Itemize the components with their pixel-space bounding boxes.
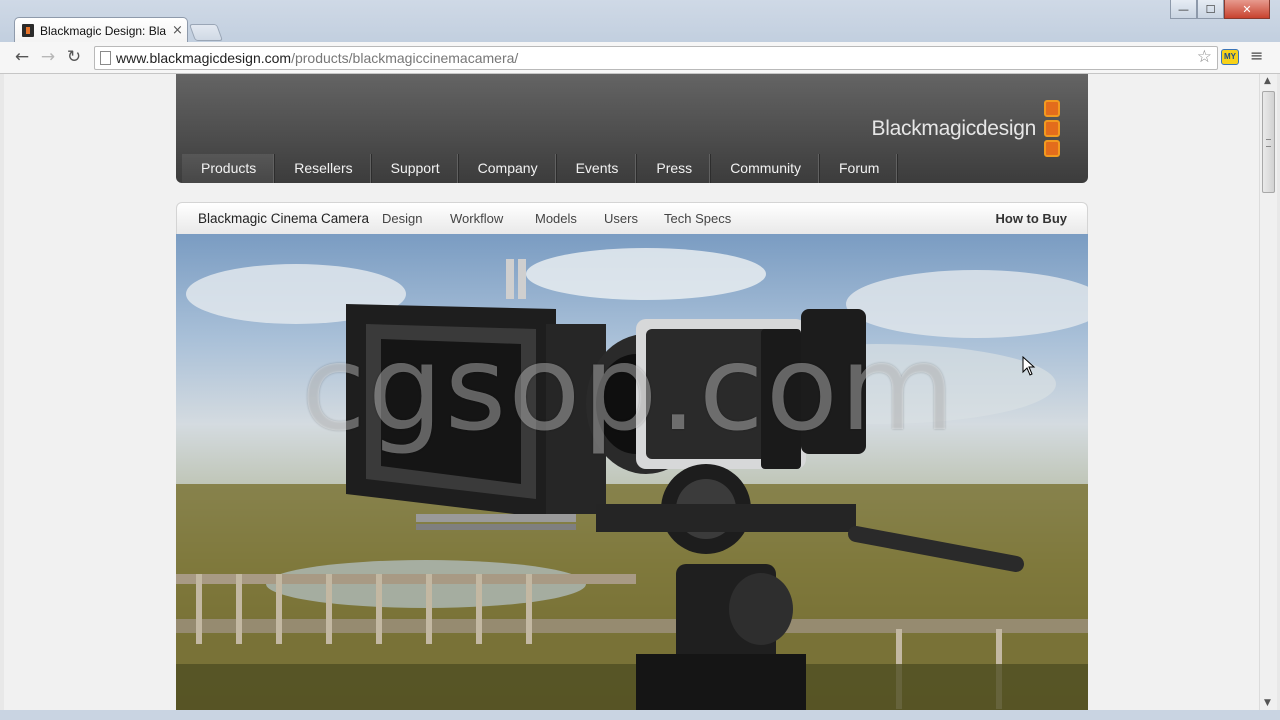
product-sub-nav: Blackmagic Cinema Camera Design Workflow… <box>176 202 1088 234</box>
site-header: Blackmagicdesign Products Resellers Supp… <box>176 74 1088 183</box>
maximize-button[interactable]: ☐ <box>1197 0 1224 19</box>
browser-tab[interactable]: Blackmagic Design: Blackmagic Cinema Cam… <box>14 17 188 43</box>
extension-icon[interactable]: MY <box>1221 49 1239 65</box>
logo-squares-icon <box>1044 100 1060 157</box>
watermark-text: cgsop.com <box>301 319 957 457</box>
vertical-scrollbar[interactable]: ▲ ▼ <box>1259 74 1277 710</box>
close-window-button[interactable]: ✕ <box>1224 0 1270 19</box>
nav-resellers[interactable]: Resellers <box>275 154 372 183</box>
url-path: /products/blackmagiccinemacamera/ <box>291 50 519 66</box>
address-bar[interactable]: www.blackmagicdesign.com/products/blackm… <box>94 46 1218 70</box>
nav-support[interactable]: Support <box>372 154 459 183</box>
sub-nav-users[interactable]: Users <box>604 211 638 226</box>
url-host: www.blackmagicdesign.com <box>116 50 292 66</box>
window-bottom-border <box>0 710 1280 720</box>
scroll-thumb[interactable] <box>1262 91 1275 193</box>
reload-icon[interactable]: ↻ <box>63 46 85 68</box>
minimize-button[interactable]: — <box>1170 0 1197 19</box>
scroll-up-icon[interactable]: ▲ <box>1264 76 1271 86</box>
page-viewport: Blackmagicdesign Products Resellers Supp… <box>4 74 1259 710</box>
page-icon <box>100 51 111 65</box>
mouse-cursor-icon <box>1022 356 1036 376</box>
back-icon[interactable]: ← <box>11 46 33 68</box>
nav-products[interactable]: Products <box>182 154 276 183</box>
nav-forum[interactable]: Forum <box>820 154 899 183</box>
main-nav: Products Resellers Support Company Event… <box>182 154 899 183</box>
window-controls: — ☐ ✕ <box>1170 0 1270 19</box>
how-to-buy-link[interactable]: How to Buy <box>996 211 1068 226</box>
forward-icon[interactable]: → <box>37 46 59 68</box>
url-text[interactable]: www.blackmagicdesign.com/products/blackm… <box>116 50 518 66</box>
brand-logo[interactable]: Blackmagicdesign <box>872 100 1060 157</box>
sub-nav-title[interactable]: Blackmagic Cinema Camera <box>198 211 369 226</box>
sub-nav-models[interactable]: Models <box>535 211 577 226</box>
scroll-down-icon[interactable]: ▼ <box>1264 698 1271 708</box>
favicon-icon <box>22 24 34 37</box>
sub-nav-tech-specs[interactable]: Tech Specs <box>664 211 731 226</box>
tab-close-icon[interactable]: × <box>172 23 183 38</box>
hero-camera-illustration <box>176 248 1088 710</box>
nav-community[interactable]: Community <box>711 154 820 183</box>
browser-menu-icon[interactable]: ≡ <box>1250 46 1263 65</box>
nav-events[interactable]: Events <box>557 154 638 183</box>
browser-titlebar: Blackmagic Design: Blackmagic Cinema Cam… <box>0 0 1280 43</box>
nav-press[interactable]: Press <box>637 154 712 183</box>
logo-text: Blackmagicdesign <box>871 116 1037 140</box>
hero-image: cgsop.com <box>176 234 1088 710</box>
nav-company[interactable]: Company <box>459 154 557 183</box>
browser-toolbar: ← → ↻ www.blackmagicdesign.com/products/… <box>0 42 1280 74</box>
tab-title: Blackmagic Design: Blackmagic Cinema Cam… <box>40 23 166 38</box>
sub-nav-workflow[interactable]: Workflow <box>450 211 503 226</box>
bookmark-star-icon[interactable]: ☆ <box>1197 47 1212 67</box>
sub-nav-design[interactable]: Design <box>382 211 422 226</box>
new-tab-button[interactable] <box>188 24 224 41</box>
